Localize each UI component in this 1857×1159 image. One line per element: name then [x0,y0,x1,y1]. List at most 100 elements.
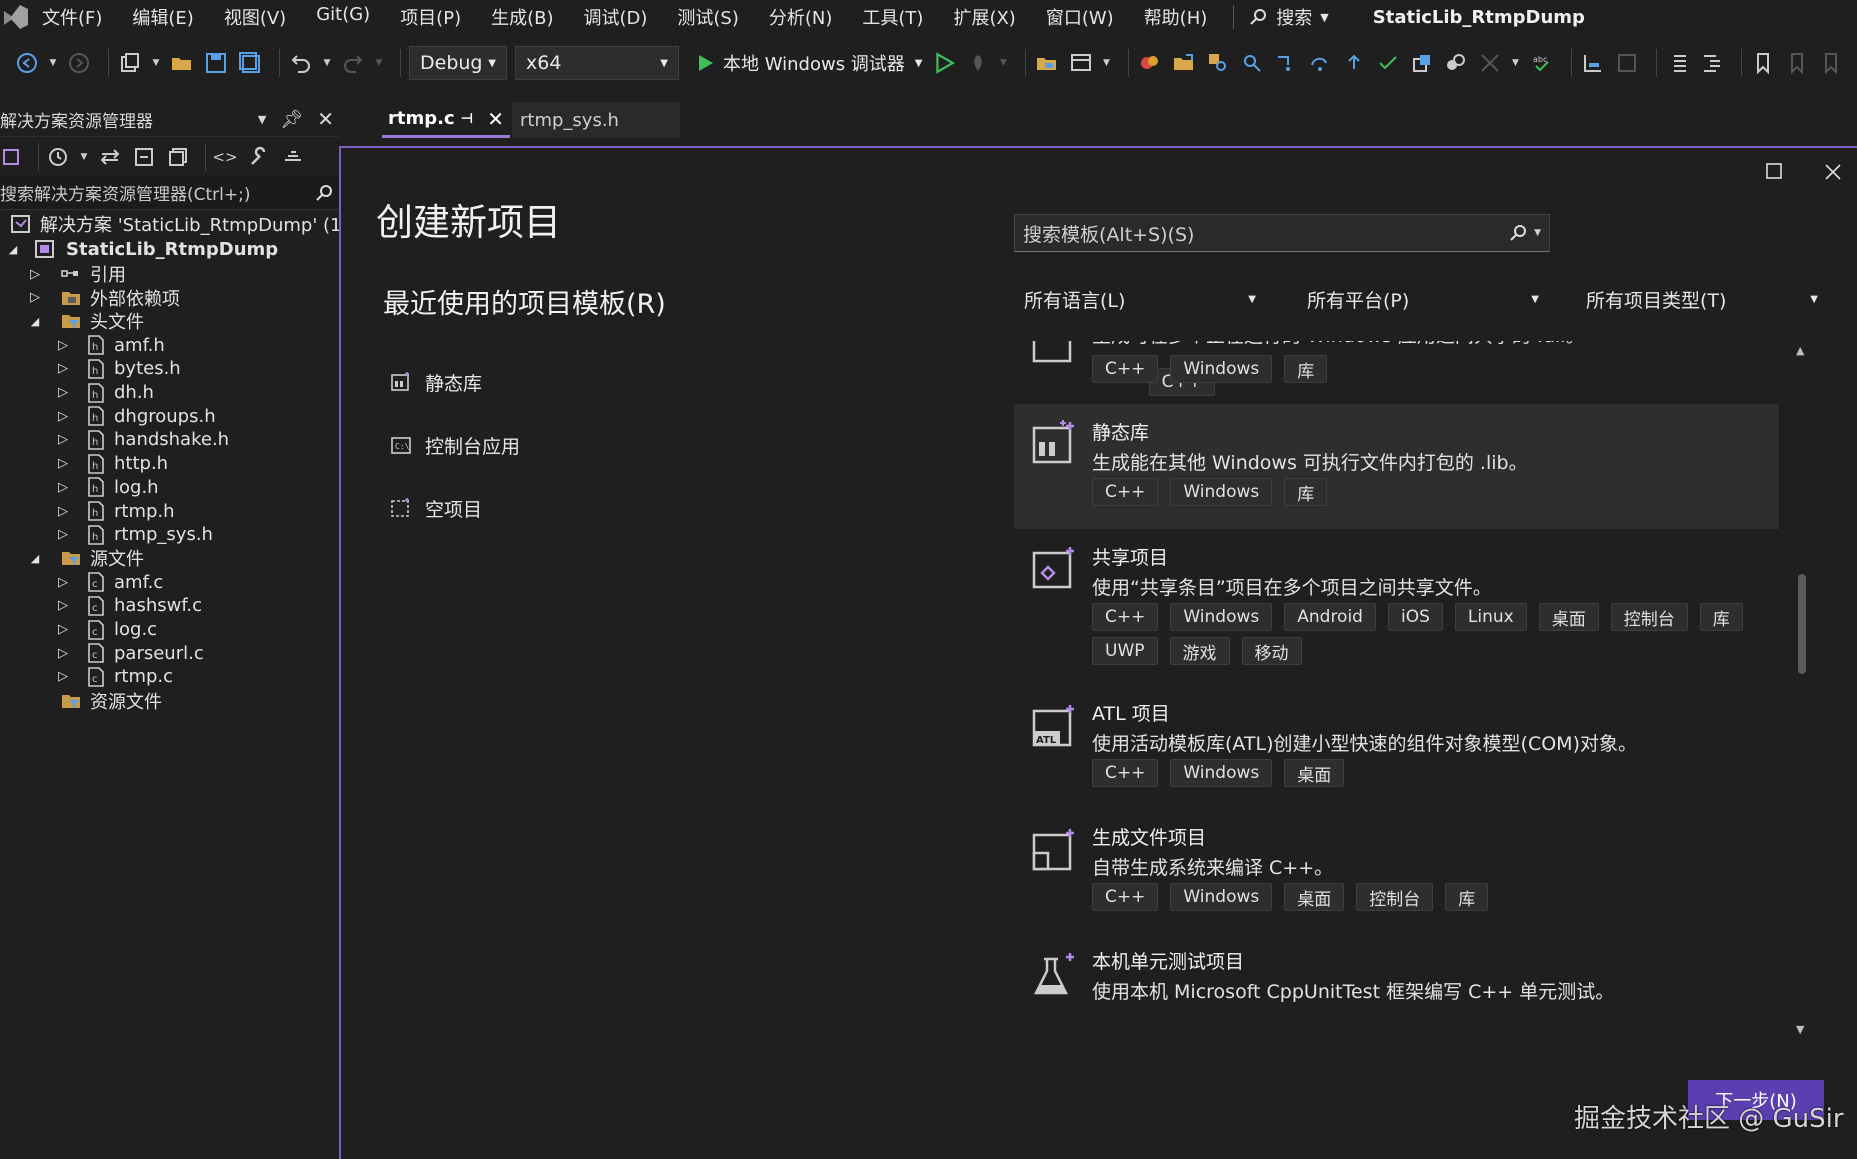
step-out-icon[interactable] [1341,50,1367,76]
collapsed-arrow-icon[interactable]: ▷ [56,361,70,376]
dropdown-arrow-icon[interactable]: ▼ [48,50,58,76]
collapsed-arrow-icon[interactable]: ▷ [56,385,70,400]
code-view-icon[interactable]: <> [212,144,238,170]
scroll-down-icon[interactable]: ▼ [1796,1023,1804,1036]
tab-rtmp-sys-h[interactable]: rtmp_sys.h [512,102,680,138]
expanded-arrow-icon[interactable]: ◢ [28,314,42,328]
template-list-scrollbar[interactable]: ▲ ▼ [1794,344,1810,1036]
new-project-icon[interactable] [117,50,143,76]
menu-search-button[interactable]: 搜索 ▼ [1248,4,1329,30]
menu-item[interactable]: 分析(N) [769,4,833,30]
redo-icon[interactable] [340,50,366,76]
dropdown-arrow-icon[interactable]: ▼ [151,50,161,76]
collapsed-arrow-icon[interactable]: ▷ [56,409,70,424]
save-icon[interactable] [203,50,229,76]
menu-item[interactable]: 文件(F) [42,4,102,30]
comment-icon[interactable] [1580,50,1606,76]
template-item[interactable]: ATL ATL 项目 使用活动模板库(ATL)创建小型快速的组件对象模型(COM)对… [1014,687,1779,811]
open-folder-icon[interactable] [169,50,195,76]
dropdown-arrow-icon[interactable]: ▼ [1102,50,1112,76]
expanded-arrow-icon[interactable]: ◢ [6,242,20,256]
outdent-icon[interactable] [1699,50,1725,76]
solution-home-icon[interactable] [0,144,26,170]
folder-sync-icon[interactable] [1171,50,1197,76]
tree-item[interactable]: 资源文件 [28,687,162,715]
configuration-select[interactable]: Debug ▼ [409,46,507,80]
find-icon[interactable] [1239,50,1265,76]
solution-node[interactable]: 解决方案 'StaticLib_RtmpDump' (1 [10,210,342,238]
collapsed-arrow-icon[interactable]: ▷ [56,480,70,495]
menu-item[interactable]: 帮助(H) [1144,4,1208,30]
collapsed-arrow-icon[interactable]: ▷ [56,622,70,637]
solution-explorer-search[interactable]: 搜索解决方案资源管理器(Ctrl+;) [0,176,340,210]
tab-rtmp-c[interactable]: rtmp.c ⊣ ✕ [382,102,510,138]
step-over-icon[interactable] [1307,50,1333,76]
show-all-files-icon[interactable] [165,144,191,170]
menu-item[interactable]: 项目(P) [400,4,461,30]
start-without-debugging-icon[interactable] [931,50,957,76]
find-references-icon[interactable] [1205,50,1231,76]
dropdown-arrow-icon[interactable]: ▼ [1511,50,1521,76]
collapsed-arrow-icon[interactable]: ▷ [28,267,42,282]
uncomment-icon[interactable] [1614,50,1640,76]
menu-item[interactable]: 生成(B) [491,4,553,30]
close-icon[interactable] [1823,162,1843,186]
collapsed-arrow-icon[interactable]: ▷ [28,290,42,305]
back-icon[interactable] [14,50,40,76]
platform-filter[interactable]: 所有平台(P) ▼ [1307,284,1539,314]
template-item[interactable]: 生成文件项目 自带生成系统来编译 C++。 C++ Windows 桌面 控制台库 [1014,811,1779,935]
collapsed-arrow-icon[interactable]: ▷ [56,669,70,684]
save-all-icon[interactable] [237,50,263,76]
pin-icon[interactable]: 📌︎ [280,109,303,130]
diagnostic-tool-icon[interactable] [1137,50,1163,76]
bookmark-icon[interactable] [1750,50,1776,76]
template-search-input[interactable]: 搜索模板(Alt+S)(S) ▼ [1014,214,1550,252]
menu-item[interactable]: 编辑(E) [132,4,193,30]
history-icon[interactable] [45,144,71,170]
start-debugging-button[interactable]: 本地 Windows 调试器 ▼ [695,50,923,76]
dropdown-arrow-icon[interactable]: ▼ [374,50,384,76]
forward-icon[interactable] [66,50,92,76]
template-item[interactable]: 静态库 生成能在其他 Windows 可执行文件内打包的 .lib。 C++ Wind… [1014,404,1779,529]
menu-item[interactable]: Git(G) [316,4,370,30]
close-icon[interactable]: ✕ [487,107,504,131]
window-layout-icon[interactable] [1068,50,1094,76]
collapsed-arrow-icon[interactable]: ▷ [56,504,70,519]
menu-item[interactable]: 工具(T) [862,4,923,30]
next-bookmark-icon[interactable] [1818,50,1844,76]
collapsed-arrow-icon[interactable]: ▷ [56,598,70,613]
undo-icon[interactable] [288,50,314,76]
attach-process-icon[interactable] [1409,50,1435,76]
menu-item[interactable]: 调试(D) [584,4,648,30]
collapsed-arrow-icon[interactable]: ▷ [56,527,70,542]
check-build-icon[interactable] [1375,50,1401,76]
menu-item[interactable]: 测试(S) [677,4,738,30]
template-item[interactable]: 生成可在多个正在运行的 Windows 应用之间共享的 .dll。 C++ Wind… [1014,341,1779,397]
step-into-icon[interactable] [1273,50,1299,76]
chevron-down-icon[interactable]: ▼ [258,113,266,126]
collapsed-arrow-icon[interactable]: ▷ [56,456,70,471]
hot-reload-icon[interactable] [965,50,991,76]
object-browser-icon[interactable] [1443,50,1469,76]
template-item[interactable]: 本机单元测试项目 使用本机 Microsoft CppUnitTest 框架编写 … [1014,935,1779,1041]
prev-bookmark-icon[interactable] [1784,50,1810,76]
project-node[interactable]: ◢ StaticLib_RtmpDump [6,235,278,263]
menu-item[interactable]: 窗口(W) [1046,4,1114,30]
scroll-up-icon[interactable]: ▲ [1796,344,1804,357]
dropdown-arrow-icon[interactable]: ▼ [79,144,89,170]
platform-select[interactable]: x64 ▼ [515,46,679,80]
properties-icon[interactable] [246,144,272,170]
preview-icon[interactable] [280,144,306,170]
maximize-icon[interactable] [1765,162,1783,184]
expanded-arrow-icon[interactable]: ◢ [28,551,42,565]
grid-icon[interactable] [1477,50,1503,76]
collapsed-arrow-icon[interactable]: ▷ [56,575,70,590]
sync-icon[interactable] [97,144,123,170]
collapsed-arrow-icon[interactable]: ▷ [56,338,70,353]
menu-item[interactable]: 视图(V) [224,4,286,30]
dropdown-arrow-icon[interactable]: ▼ [999,50,1009,76]
spell-check-icon[interactable]: abc [1529,50,1555,76]
template-item[interactable]: 共享项目 使用“共享条目”项目在多个项目之间共享文件。 C++ Windows Andr… [1014,529,1779,687]
collapsed-arrow-icon[interactable]: ▷ [56,432,70,447]
project-type-filter[interactable]: 所有项目类型(T) ▼ [1586,284,1818,314]
